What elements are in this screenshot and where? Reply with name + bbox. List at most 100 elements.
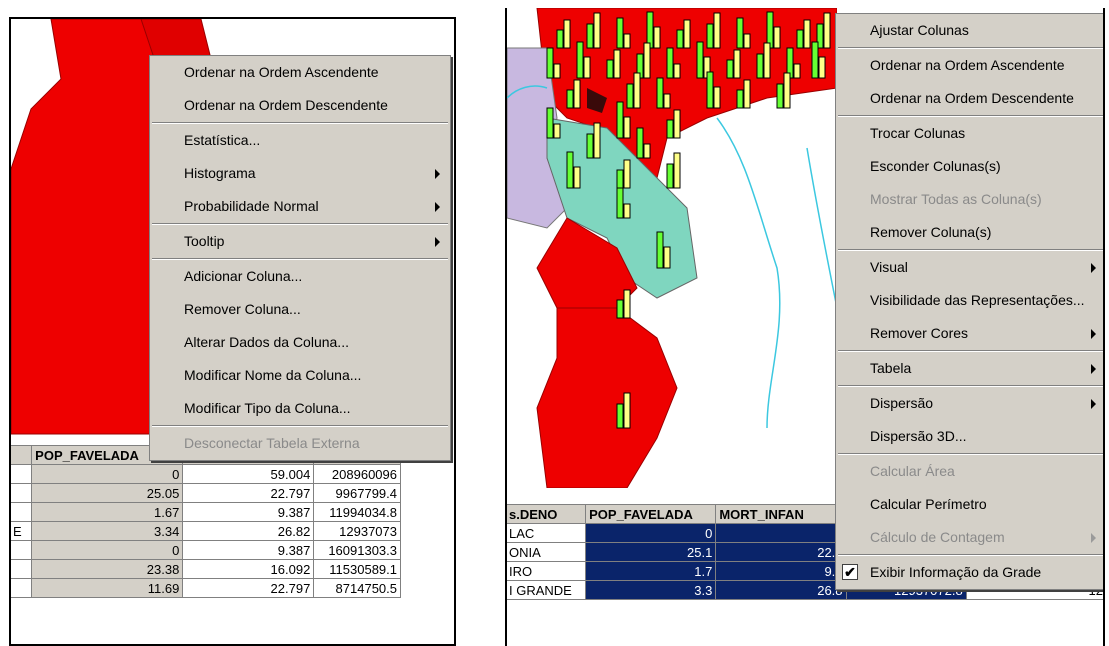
menu-item-visual[interactable]: Visual	[836, 251, 1103, 284]
menu-item-dispersao-3d[interactable]: Dispersão 3D...	[836, 420, 1103, 453]
menu-item-modificar-tipo-da-coluna[interactable]: Modificar Tipo da Coluna...	[150, 392, 450, 425]
table-cell[interactable]: 8714750.5	[313, 578, 401, 598]
menu-item-label: Probabilidade Normal	[184, 198, 319, 214]
table-cell[interactable]: 22.8	[715, 542, 847, 562]
bar-symbol	[626, 72, 641, 109]
menu-item-exibir-informacao-da-grade[interactable]: ✔ Exibir Informação da Grade	[836, 556, 1103, 589]
table-cell[interactable]: ONIA	[507, 542, 587, 562]
menu-item-histograma[interactable]: Histograma	[150, 157, 450, 190]
table-row[interactable]: 25.05 22.797 9967799.4	[11, 483, 401, 503]
bar-symbol	[546, 47, 561, 79]
bar-symbol	[776, 72, 791, 109]
table-cell[interactable]	[11, 559, 33, 579]
column-header[interactable]: MORT_INFAN	[715, 504, 847, 524]
table-cell[interactable]: 9.387	[182, 502, 315, 522]
table-cell[interactable]	[11, 540, 33, 560]
table-cell[interactable]: 9.387	[182, 540, 315, 560]
menu-item-remover-cores[interactable]: Remover Cores	[836, 317, 1103, 350]
menu-item-label: Histograma	[184, 165, 256, 181]
table-cell[interactable]: 16091303.3	[313, 540, 401, 560]
table-cell[interactable]: 26.8	[715, 580, 847, 600]
column-header[interactable]	[11, 445, 33, 465]
table-row[interactable]: 0 9.387 16091303.3	[11, 540, 401, 560]
menu-item-label: Modificar Nome da Coluna...	[184, 367, 362, 383]
data-grid-left[interactable]: POP_FAVELADAMORT_INFANTILAREA059.0042089…	[11, 445, 401, 598]
table-cell[interactable]	[11, 464, 33, 484]
table-cell[interactable]	[11, 483, 33, 503]
table-cell[interactable]: 25.1	[585, 542, 717, 562]
bar-symbol	[656, 231, 671, 269]
table-row[interactable]: E 3.34 26.82 12937073	[11, 521, 401, 541]
table-cell[interactable]: 59.004	[182, 464, 315, 484]
table-cell[interactable]: 23.38	[31, 559, 184, 579]
column-header[interactable]: POP_FAVELADA	[585, 504, 717, 524]
table-cell[interactable]: 0	[31, 540, 184, 560]
bar-symbol	[616, 392, 631, 429]
menu-item-label: Remover Coluna(s)	[870, 224, 992, 240]
table-cell[interactable]: 9.4	[715, 561, 847, 581]
menu-item-calcular-perimetro[interactable]: Calcular Perímetro	[836, 488, 1103, 521]
bar-symbol	[666, 109, 681, 139]
menu-item-label: Cálculo de Contagem	[870, 529, 1005, 545]
table-cell[interactable]: 11994034.8	[313, 502, 401, 522]
bar-symbol	[616, 159, 631, 189]
table-cell[interactable]: 11.69	[31, 578, 184, 598]
menu-item-tabela[interactable]: Tabela	[836, 352, 1103, 385]
table-cell[interactable]: 3.3	[585, 580, 717, 600]
table-cell[interactable]: 0	[31, 464, 184, 484]
menu-item-alterar-dados-da-coluna[interactable]: Alterar Dados da Coluna...	[150, 326, 450, 359]
table-row[interactable]: 11.69 22.797 8714750.5	[11, 578, 401, 598]
table-cell[interactable]: 0	[585, 523, 717, 543]
context-menu-right[interactable]: Ajustar Colunas Ordenar na Ordem Ascenden…	[835, 13, 1103, 590]
table-cell[interactable]: 9967799.4	[313, 483, 401, 503]
menu-item-ordenar-na-ordem-ascendente[interactable]: Ordenar na Ordem Ascendente	[836, 49, 1103, 82]
menu-item-estatistica[interactable]: Estatística...	[150, 124, 450, 157]
menu-item-trocar-colunas[interactable]: Trocar Colunas	[836, 117, 1103, 150]
table-cell[interactable]	[11, 578, 33, 598]
menu-item-adicionar-coluna[interactable]: Adicionar Coluna...	[150, 260, 450, 293]
table-cell[interactable]: 11530589.1	[313, 559, 401, 579]
context-menu-left[interactable]: Ordenar na Ordem Ascendente Ordenar na Or…	[149, 55, 451, 461]
bar-symbol	[706, 71, 721, 109]
column-header[interactable]: s.DENO	[507, 504, 587, 524]
table-cell[interactable]: 26.82	[182, 521, 315, 541]
menu-item-esconder-colunas-s[interactable]: Esconder Colunas(s)	[836, 150, 1103, 183]
menu-item-ordenar-na-ordem-ascendente[interactable]: Ordenar na Ordem Ascendente	[150, 56, 450, 89]
table-cell[interactable]: IRO	[507, 561, 587, 581]
menu-item-remover-coluna-s[interactable]: Remover Coluna(s)	[836, 216, 1103, 249]
table-cell[interactable]: 1.7	[585, 561, 717, 581]
table-cell[interactable]: 22.797	[182, 483, 315, 503]
bar-symbol	[676, 19, 691, 49]
table-cell[interactable]: 12937073	[313, 521, 401, 541]
menu-item-remover-coluna[interactable]: Remover Coluna...	[150, 293, 450, 326]
bar-symbol	[736, 79, 751, 109]
table-row[interactable]: 23.38 16.092 11530589.1	[11, 559, 401, 579]
table-cell[interactable]: 22.797	[182, 578, 315, 598]
table-cell[interactable]	[715, 523, 847, 543]
table-cell[interactable]: I GRANDE	[507, 580, 587, 600]
bar-symbol	[656, 77, 671, 109]
table-cell[interactable]: 1.67	[31, 502, 184, 522]
menu-item-dispersao[interactable]: Dispersão	[836, 387, 1103, 420]
menu-item-label: Ordenar na Ordem Descendente	[184, 97, 388, 113]
menu-item-ajustar-colunas[interactable]: Ajustar Colunas	[836, 14, 1103, 47]
table-cell[interactable]	[11, 502, 33, 522]
menu-item-ordenar-na-ordem-descendente[interactable]: Ordenar na Ordem Descendente	[150, 89, 450, 122]
menu-item-ordenar-na-ordem-descendente[interactable]: Ordenar na Ordem Descendente	[836, 82, 1103, 115]
table-row[interactable]: 0 59.004 208960096	[11, 464, 401, 484]
table-cell[interactable]: E	[11, 521, 33, 541]
menu-item-tooltip[interactable]: Tooltip	[150, 225, 450, 258]
table-cell[interactable]: 3.34	[31, 521, 184, 541]
menu-item-label: Visibilidade das Representações...	[870, 292, 1085, 308]
table-cell[interactable]: LAC	[507, 523, 587, 543]
menu-item-probabilidade-normal[interactable]: Probabilidade Normal	[150, 190, 450, 223]
table-cell[interactable]: 25.05	[31, 483, 184, 503]
table-row[interactable]: 1.67 9.387 11994034.8	[11, 502, 401, 522]
bar-symbol	[756, 42, 771, 79]
menu-item-label: Dispersão 3D...	[870, 428, 967, 444]
menu-item-label: Tooltip	[184, 233, 225, 249]
menu-item-modificar-nome-da-coluna[interactable]: Modificar Nome da Coluna...	[150, 359, 450, 392]
table-cell[interactable]: 208960096	[313, 464, 401, 484]
menu-item-visibilidade-das-representacoes[interactable]: Visibilidade das Representações...	[836, 284, 1103, 317]
table-cell[interactable]: 16.092	[182, 559, 315, 579]
